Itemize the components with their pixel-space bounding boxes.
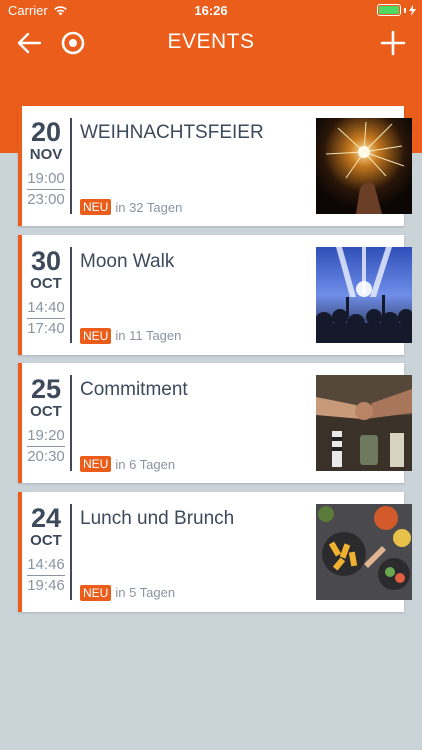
days-until: in 5 Tagen: [115, 585, 176, 600]
battery-level: [379, 6, 399, 14]
event-date: 25 OCT 19:20 20:30: [22, 375, 72, 471]
event-title: Lunch und Brunch: [80, 507, 235, 529]
new-badge: NEU: [80, 327, 112, 344]
event-month: OCT: [30, 403, 62, 420]
battery-indicator: [377, 4, 416, 16]
days-until: in 6 Tagen: [115, 456, 176, 472]
plus-icon: [380, 30, 406, 56]
event-start-time: 19:00: [27, 170, 65, 190]
event-day: 24: [30, 502, 62, 533]
event-date: 20 NOV 19:00 23:00: [22, 118, 72, 214]
concert-photo: [316, 246, 412, 343]
brunch-photo: [316, 503, 412, 600]
status-bar: Carrier 16:26: [0, 0, 422, 22]
event-date: 24 OCT 14:46 19:46: [22, 502, 72, 600]
event-card[interactable]: 20 NOV 19:00 23:00 WEIHNACHTSFEIER NEU i…: [18, 106, 412, 226]
event-end-time: 23:00: [27, 191, 65, 208]
charging-icon: [409, 4, 416, 16]
event-start-time: 14:40: [27, 299, 65, 319]
event-title: Commitment: [80, 379, 188, 400]
event-title: Moon Walk: [80, 250, 175, 272]
new-badge: NEU: [80, 199, 112, 215]
navigation-bar: EVENTS: [0, 22, 422, 62]
event-card[interactable]: 25 OCT 19:20 20:30 Commitment NEU in 6 T…: [18, 363, 412, 483]
add-event-button[interactable]: [378, 28, 408, 58]
new-badge: NEU: [80, 584, 112, 601]
event-meta: NEU in 6 Tagen: [80, 456, 175, 472]
event-end-time: 20:30: [27, 448, 65, 465]
event-start-time: 19:20: [27, 427, 65, 447]
page-title: EVENTS: [167, 30, 255, 53]
event-meta: NEU in 11 Tagen: [80, 327, 182, 344]
event-month: OCT: [30, 274, 62, 292]
clock: 16:26: [194, 3, 228, 18]
sparkler-photo: [316, 118, 412, 214]
event-day: 30: [30, 245, 62, 276]
events-list: 20 NOV 19:00 23:00 WEIHNACHTSFEIER NEU i…: [18, 106, 412, 620]
event-month: OCT: [30, 531, 62, 549]
fist-bump-photo: [316, 375, 412, 471]
event-start-time: 14:46: [27, 556, 65, 576]
event-meta: NEU in 5 Tagen: [80, 584, 176, 601]
event-day: 20: [30, 117, 62, 147]
event-title: WEIHNACHTSFEIER: [80, 122, 264, 143]
event-end-time: 19:46: [27, 576, 65, 594]
battery-icon: [377, 4, 401, 16]
event-date: 30 OCT 14:40 17:40: [22, 245, 72, 343]
event-card[interactable]: 30 OCT 14:40 17:40 Moon Walk NEU in 11 T…: [18, 234, 412, 355]
event-meta: NEU in 32 Tagen: [80, 199, 182, 215]
event-end-time: 17:40: [27, 319, 65, 337]
event-day: 25: [30, 374, 62, 404]
event-month: NOV: [29, 146, 63, 163]
event-card[interactable]: 24 OCT 14:46 19:46 Lunch und Brunch NEU …: [18, 491, 412, 612]
days-until: in 11 Tagen: [115, 328, 182, 343]
days-until: in 32 Tagen: [115, 199, 183, 215]
new-badge: NEU: [80, 456, 112, 472]
